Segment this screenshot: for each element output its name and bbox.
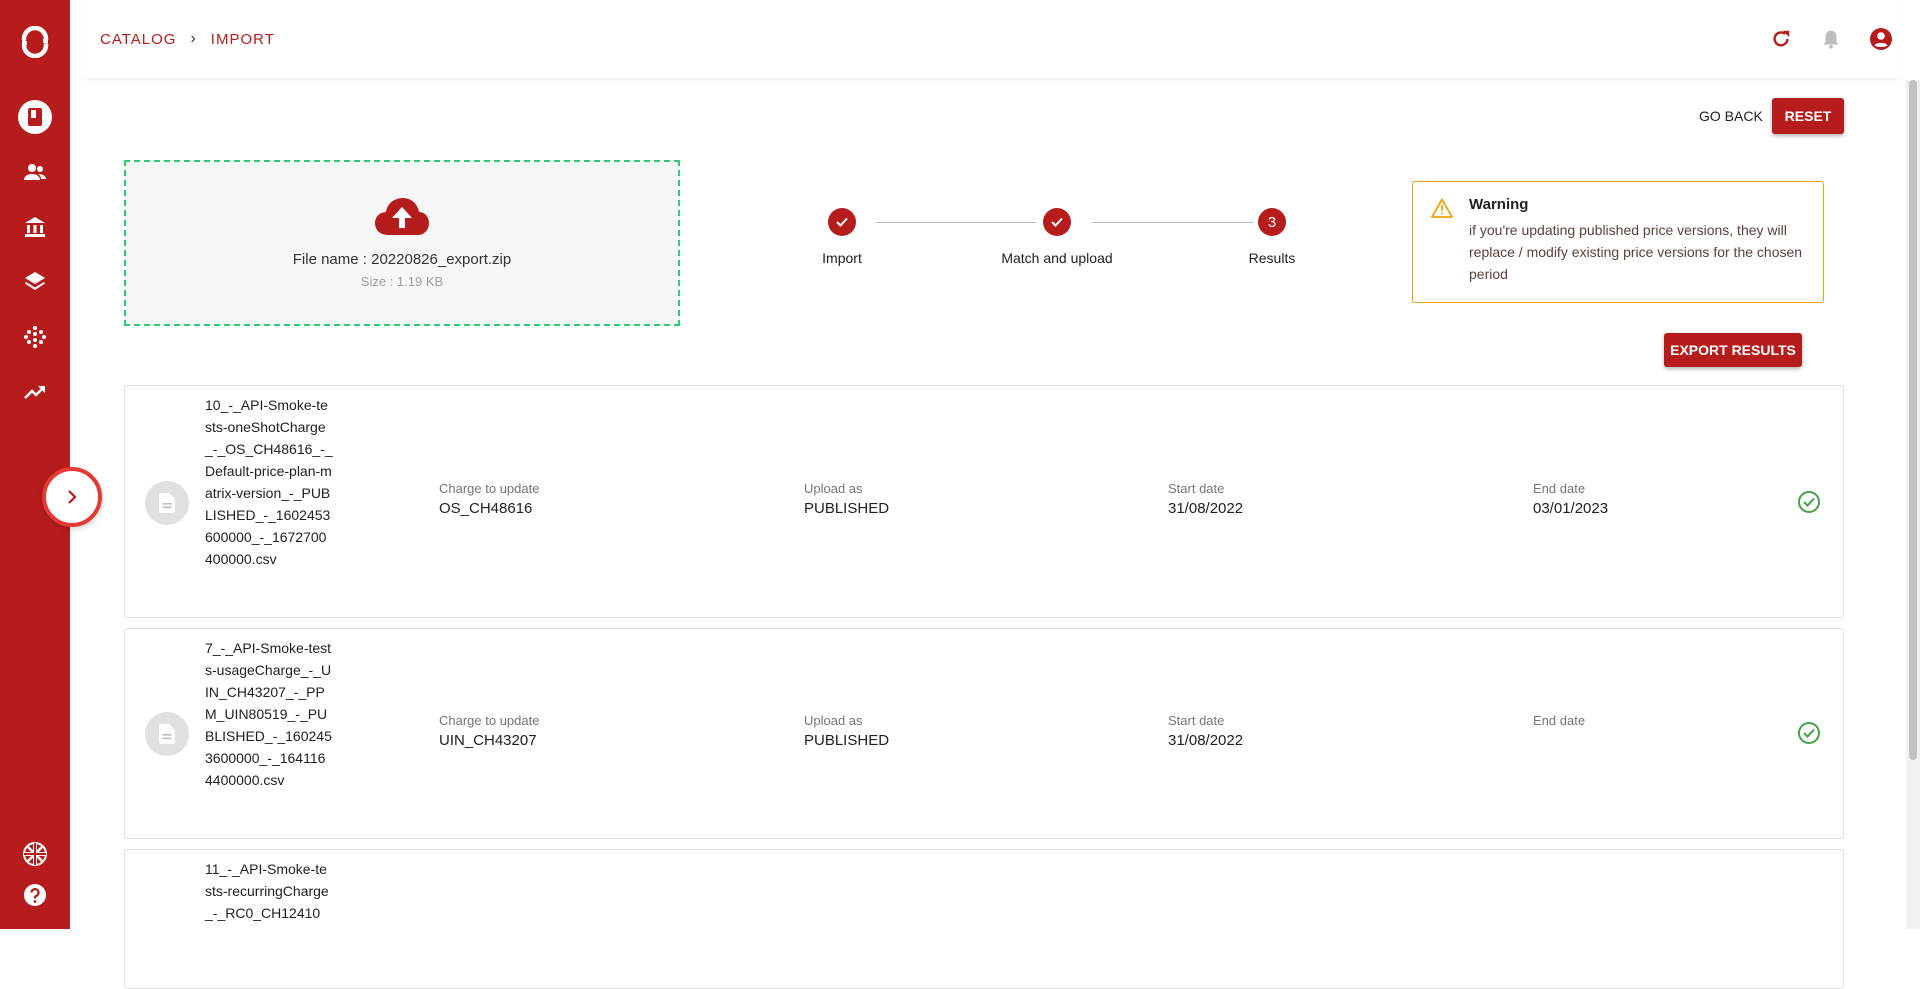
go-back-button[interactable]: GO BACK [1689, 98, 1773, 134]
step-number: 3 [1258, 208, 1286, 236]
file-name: File name : 20220826_export.zip [292, 251, 512, 268]
warning-title: Warning [1469, 196, 1529, 213]
warning-icon [1431, 198, 1453, 218]
breadcrumb-separator: › [190, 30, 197, 47]
breadcrumb-import[interactable]: IMPORT [211, 31, 275, 48]
step-results: 3 Results [1202, 208, 1342, 266]
check-icon [1043, 208, 1071, 236]
step-match-upload: Match and upload [987, 208, 1127, 266]
charge-column: Charge to update UIN_CH43207 [439, 713, 539, 750]
start-date-value: 31/08/2022 [1168, 732, 1244, 749]
upload-column: Upload as PUBLISHED [804, 481, 889, 518]
logo-icon[interactable] [15, 22, 55, 62]
end-date-column: End date [1533, 713, 1585, 750]
upload-column: Upload as PUBLISHED [804, 713, 889, 750]
charge-value: UIN_CH43207 [439, 732, 537, 749]
end-date-label: End date [1533, 481, 1586, 496]
page-scrollbar[interactable] [1906, 80, 1920, 929]
breadcrumb-catalog[interactable]: CATALOG [100, 31, 176, 48]
export-results-button[interactable]: EXPORT RESULTS [1664, 333, 1802, 367]
end-date-value: 03/01/2023 [1533, 500, 1609, 517]
file-icon [145, 712, 189, 756]
help-icon[interactable] [15, 875, 55, 915]
result-card: 7_-_API-Smoke-tests-usageCharge_-_UIN_CH… [124, 628, 1844, 839]
start-date-value: 31/08/2022 [1168, 500, 1244, 517]
users-icon[interactable] [15, 152, 55, 192]
end-date-label: End date [1533, 713, 1586, 728]
chevron-right-icon [68, 490, 77, 504]
file-size: Size : 1.19 KB [360, 274, 444, 289]
warning-text: if you're updating published price versi… [1469, 222, 1803, 282]
success-check-icon [1798, 491, 1820, 513]
import-stepper: Import Match and upload 3 Results [772, 208, 1295, 268]
success-check-icon [1798, 722, 1820, 744]
top-bar: CATALOG › IMPORT [82, 0, 1902, 78]
catalog-book-icon[interactable] [15, 97, 55, 137]
end-date-column: End date 03/01/2023 [1533, 481, 1608, 518]
upload-label: Upload as [804, 713, 863, 728]
start-date-column: Start date 31/08/2022 [1168, 481, 1243, 518]
cloud-upload-icon [375, 198, 429, 235]
trending-icon[interactable] [15, 372, 55, 412]
refresh-icon[interactable] [1768, 26, 1794, 52]
result-card: 11_-_API-Smoke-tests-recurringCharge_-_R… [124, 849, 1844, 989]
charge-column: Charge to update OS_CH48616 [439, 481, 539, 518]
step-label: Match and upload [1001, 250, 1113, 266]
upload-label: Upload as [804, 481, 863, 496]
bell-icon[interactable] [1818, 26, 1844, 52]
start-date-label: Start date [1168, 713, 1225, 728]
step-label: Results [1248, 250, 1296, 266]
end-date-value [1533, 732, 1585, 750]
step-label: Import [822, 250, 862, 266]
scrollbar-thumb[interactable] [1909, 80, 1917, 760]
file-dropzone[interactable]: File name : 20220826_export.zip Size : 1… [124, 160, 680, 326]
upload-value: PUBLISHED [804, 732, 890, 749]
charge-label: Charge to update [439, 713, 540, 728]
result-file-name: 7_-_API-Smoke-tests-usageCharge_-_UIN_CH… [205, 640, 332, 788]
result-file-name: 11_-_API-Smoke-tests-recurringCharge_-_R… [205, 861, 329, 921]
layers-icon[interactable] [15, 262, 55, 302]
result-card: 10_-_API-Smoke-tests-oneShotCharge_-_OS_… [124, 385, 1844, 618]
charge-label: Charge to update [439, 481, 540, 496]
expand-sidebar-button[interactable] [42, 467, 102, 527]
reset-button[interactable]: RESET [1772, 98, 1844, 134]
breadcrumb: CATALOG › IMPORT [100, 30, 275, 48]
main-content: GO BACK RESET File name : 20220826_expor… [82, 78, 1902, 989]
file-icon [145, 481, 189, 525]
result-file-name: 10_-_API-Smoke-tests-oneShotCharge_-_OS_… [205, 397, 333, 567]
check-icon [828, 208, 856, 236]
start-date-label: Start date [1168, 481, 1225, 496]
account-icon[interactable] [1868, 26, 1894, 52]
upload-value: PUBLISHED [804, 500, 890, 517]
dots-grid-icon[interactable] [15, 317, 55, 357]
start-date-column: Start date 31/08/2022 [1168, 713, 1243, 750]
charge-value: OS_CH48616 [439, 500, 533, 517]
bank-icon[interactable] [15, 207, 55, 247]
sidebar [0, 0, 70, 929]
step-import: Import [772, 208, 912, 266]
warning-box: Warning if you're updating published pri… [1412, 181, 1824, 303]
language-uk-flag-icon[interactable] [15, 834, 55, 874]
